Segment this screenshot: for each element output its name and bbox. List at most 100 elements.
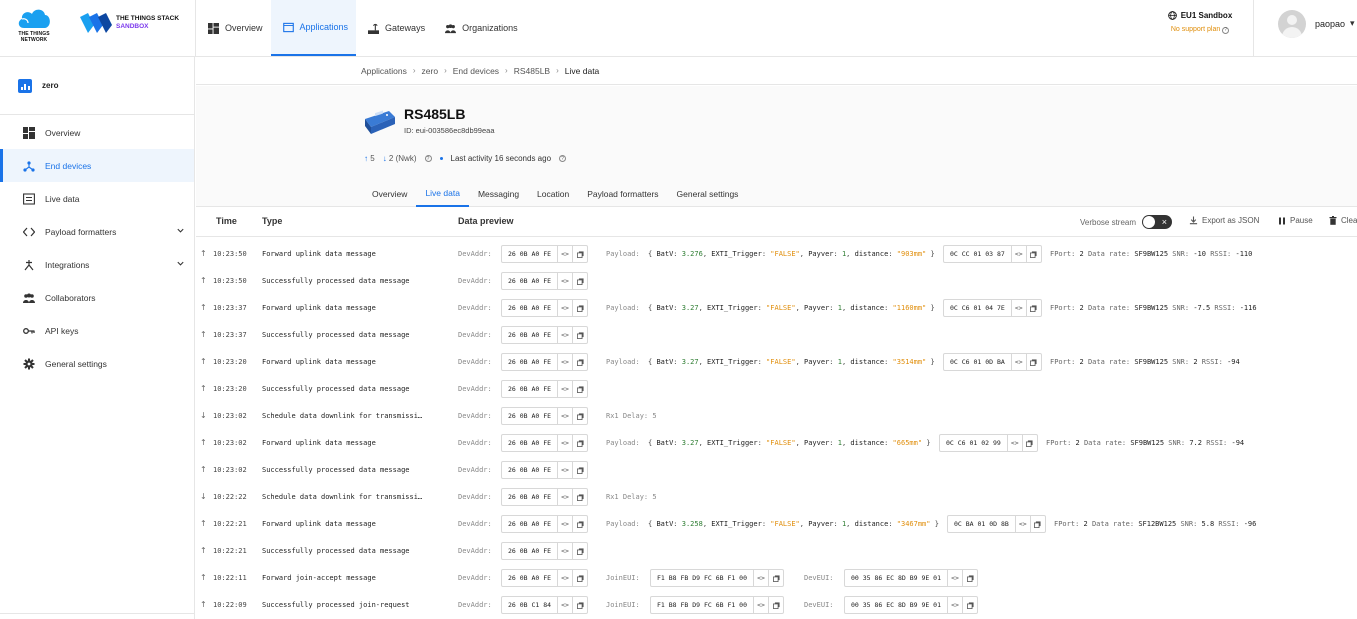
tab-messaging[interactable]: Messaging [469,181,528,207]
toggle-format-button[interactable]: <> [557,516,572,532]
hex-value-chip[interactable]: 00 35 86 EC 8D B9 9E 01 <> [844,596,979,614]
raw-payload-chip[interactable]: 0C C6 01 04 7E <> [943,299,1042,317]
hex-value-chip[interactable]: 26 0B A0 FE <> [501,353,589,371]
toggle-format-button[interactable]: <> [557,381,572,397]
help-icon[interactable]: ? [424,155,432,162]
copy-button[interactable] [572,435,587,451]
copy-button[interactable] [1025,300,1041,316]
copy-button[interactable] [1025,246,1041,262]
hex-value-chip[interactable]: 26 0B A0 FE <> [501,461,589,479]
sidebar-item-general-settings[interactable]: General settings [0,347,194,380]
copy-button[interactable] [572,273,587,289]
ttn-logo[interactable]: THE THINGS NETWORK [14,7,54,47]
tab-location[interactable]: Location [528,181,578,207]
copy-button[interactable] [572,516,587,532]
toggle-format-button[interactable]: <> [1010,300,1026,316]
tab-live-data[interactable]: Live data [416,181,469,207]
toggle-format-button[interactable]: <> [557,327,572,343]
copy-button[interactable] [572,597,587,613]
pause-button[interactable]: Pause [1278,216,1313,225]
sidebar-item-integrations[interactable]: Integrations [0,248,194,281]
event-row[interactable]: ↑ 10:23:37 Successfully processed data mes… [196,322,1357,349]
event-row[interactable]: ↓ 10:22:22 Schedule data downlink for tran… [196,484,1357,511]
breadcrumb-applications[interactable]: Applications [361,66,407,76]
toggle-format-button[interactable]: <> [557,489,572,505]
copy-button[interactable] [572,246,587,262]
copy-button[interactable] [572,408,587,424]
copy-button[interactable] [572,327,587,343]
hex-value-chip[interactable]: 26 0B A0 FE <> [501,299,589,317]
hex-value-chip[interactable]: 26 0B A0 FE <> [501,407,589,425]
event-row[interactable]: ↑ 10:22:11 Forward join-accept message DevA… [196,565,1357,592]
raw-payload-chip[interactable]: 0C C6 01 02 99 <> [939,434,1038,452]
toggle-format-button[interactable]: <> [753,597,768,613]
copy-button[interactable] [768,570,783,586]
breadcrumb-device[interactable]: RS485LB [514,66,550,76]
event-row[interactable]: ↑ 10:23:50 Forward uplink data message DevA… [196,241,1357,268]
copy-button[interactable] [572,570,587,586]
event-row[interactable]: ↑ 10:23:50 Successfully processed data mes… [196,268,1357,295]
toggle-format-button[interactable]: <> [557,435,572,451]
hex-value-chip[interactable]: 26 0B A0 FE <> [501,380,589,398]
hex-value-chip[interactable]: 26 0B A0 FE <> [501,515,589,533]
hex-value-chip[interactable]: F1 B8 FB D9 FC 6B F1 00 <> [650,596,785,614]
copy-button[interactable] [1029,516,1045,532]
toggle-format-button[interactable]: <> [1010,354,1026,370]
sidebar-item-end-devices[interactable]: End devices [0,149,194,182]
toggle-format-button[interactable]: <> [557,597,572,613]
toggle-format-button[interactable]: <> [1014,516,1030,532]
breadcrumb-end-devices[interactable]: End devices [453,66,499,76]
copy-button[interactable] [962,597,977,613]
event-row[interactable]: ↑ 10:22:09 Successfully processed join-req… [196,592,1357,619]
event-row[interactable]: ↑ 10:22:21 Successfully processed data mes… [196,538,1357,565]
raw-payload-chip[interactable]: 0C C6 01 0D BA <> [943,353,1042,371]
event-row[interactable]: ↑ 10:22:21 Forward uplink data message DevA… [196,511,1357,538]
toggle-format-button[interactable]: <> [1010,246,1026,262]
copy-button[interactable] [962,570,977,586]
nav-organizations[interactable]: Organizations [433,0,526,56]
toggle-format-button[interactable]: <> [753,570,768,586]
toggle-format-button[interactable]: <> [557,246,572,262]
copy-button[interactable] [572,489,587,505]
breadcrumb-application[interactable]: zero [422,66,439,76]
hex-value-chip[interactable]: 26 0B A0 FE <> [501,272,589,290]
hex-value-chip[interactable]: 26 0B A0 FE <> [501,245,589,263]
copy-button[interactable] [572,300,587,316]
username[interactable]: paopao [1315,19,1345,29]
toggle-format-button[interactable]: <> [1006,435,1022,451]
verbose-stream-toggle[interactable]: Verbose stream × [1080,215,1173,229]
tab-general-settings[interactable]: General settings [668,181,748,207]
raw-payload-chip[interactable]: 0C BA 01 0D 8B <> [947,515,1046,533]
copy-button[interactable] [572,462,587,478]
sidebar-item-api-keys[interactable]: API keys [0,314,194,347]
nav-applications[interactable]: Applications [270,0,357,56]
hex-value-chip[interactable]: 00 35 86 EC 8D B9 9E 01 <> [844,569,979,587]
toggle-format-button[interactable]: <> [557,570,572,586]
tts-logo[interactable]: THE THINGS STACK SANDBOX [80,13,190,35]
cluster-selector[interactable]: EU1 Sandbox No support plan ? [1160,11,1240,34]
support-plan[interactable]: No support plan ? [1160,26,1240,34]
event-row[interactable]: ↑ 10:23:02 Forward uplink data message DevA… [196,430,1357,457]
tab-payload-formatters[interactable]: Payload formatters [578,181,667,207]
clear-button[interactable]: Clear [1329,216,1357,225]
toggle-format-button[interactable]: <> [557,354,572,370]
chevron-down-icon[interactable]: ▾ [1350,18,1355,29]
copy-button[interactable] [572,543,587,559]
toggle-format-button[interactable]: <> [947,597,962,613]
toggle-format-button[interactable]: <> [557,273,572,289]
hex-value-chip[interactable]: 26 0B A0 FE <> [501,434,589,452]
toggle-format-button[interactable]: <> [557,462,572,478]
hex-value-chip[interactable]: 26 0B A0 FE <> [501,326,589,344]
hex-value-chip[interactable]: 26 0B A0 FE <> [501,542,589,560]
copy-button[interactable] [1025,354,1041,370]
event-row[interactable]: ↓ 10:23:02 Schedule data downlink for tran… [196,403,1357,430]
hex-value-chip[interactable]: F1 B8 FB D9 FC 6B F1 00 <> [650,569,785,587]
raw-payload-chip[interactable]: 0C CC 01 03 87 <> [943,245,1042,263]
nav-overview[interactable]: Overview [196,0,271,56]
copy-button[interactable] [572,354,587,370]
sidebar-item-collaborators[interactable]: Collaborators [0,281,194,314]
hex-value-chip[interactable]: 26 0B C1 84 <> [501,596,589,614]
hex-value-chip[interactable]: 26 0B A0 FE <> [501,569,589,587]
sidebar-item-payload-formatters[interactable]: Payload formatters [0,215,194,248]
nav-gateways[interactable]: Gateways [356,0,433,56]
